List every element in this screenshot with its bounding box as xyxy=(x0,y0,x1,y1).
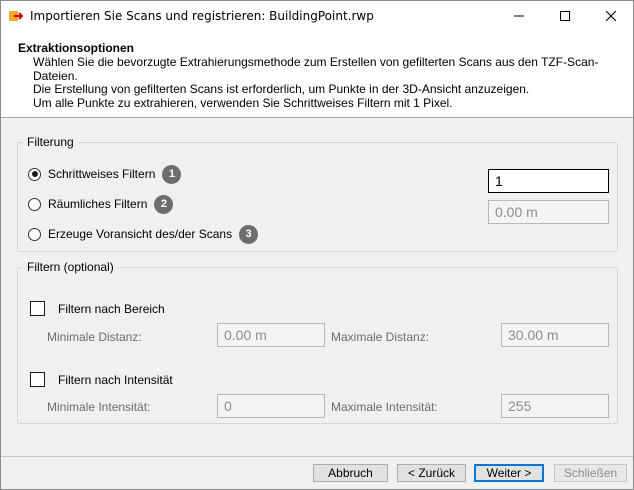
radio-label: Räumliches Filtern xyxy=(48,197,148,211)
radio-voransicht[interactable]: Erzeuge Voransicht des/der Scans 3 xyxy=(28,224,259,244)
footer-divider xyxy=(1,456,633,457)
min-distance-input[interactable]: 0.00 m xyxy=(217,323,325,347)
max-intensity-label: Maximale Intensität: xyxy=(331,400,438,414)
cancel-button[interactable]: Abbruch xyxy=(313,464,388,482)
filter-by-intensity-checkbox-row[interactable]: Filtern nach Intensität xyxy=(30,372,173,387)
step-filter-input[interactable]: 1 xyxy=(488,169,609,193)
dialog-window: Importieren Sie Scans und registrieren: … xyxy=(0,0,634,490)
maximize-button[interactable] xyxy=(542,1,588,31)
page-title: Extraktionsoptionen xyxy=(18,41,135,55)
next-button[interactable]: Weiter > xyxy=(474,464,544,482)
radio-label: Erzeuge Voransicht des/der Scans xyxy=(48,227,233,241)
radio-label: Schrittweises Filtern xyxy=(48,167,156,181)
max-distance-label: Maximale Distanz: xyxy=(331,330,430,344)
radio-button[interactable] xyxy=(28,197,41,211)
step-badge-3: 3 xyxy=(239,224,259,244)
title-bar[interactable]: Importieren Sie Scans und registrieren: … xyxy=(1,1,633,31)
minimize-button[interactable] xyxy=(496,1,542,31)
window-title: Importieren Sie Scans und registrieren: … xyxy=(30,9,374,23)
filter-by-range-label: Filtern nach Bereich xyxy=(58,301,165,316)
page-description: Wählen Sie die bevorzugte Extrahierungsm… xyxy=(33,55,599,110)
back-button[interactable]: < Zurück xyxy=(397,464,466,482)
min-intensity-label: Minimale Intensität: xyxy=(47,400,151,414)
header-divider-highlight xyxy=(1,118,633,119)
filter-by-range-checkbox-row[interactable]: Filtern nach Bereich xyxy=(30,301,165,316)
filter-by-range-checkbox[interactable] xyxy=(30,301,45,316)
close-icon xyxy=(606,11,616,21)
max-intensity-input[interactable]: 255 xyxy=(501,394,609,418)
close-window-button[interactable] xyxy=(588,1,634,31)
max-distance-input[interactable]: 30.00 m xyxy=(501,323,609,347)
min-intensity-input[interactable]: 0 xyxy=(217,394,325,418)
app-import-icon xyxy=(8,8,24,24)
close-button[interactable]: Schließen xyxy=(554,464,627,482)
radio-schrittweises-filtern[interactable]: Schrittweises Filtern 1 xyxy=(28,164,182,184)
radio-raeumliches-filtern[interactable]: Räumliches Filtern 2 xyxy=(28,194,174,214)
min-distance-label: Minimale Distanz: xyxy=(47,330,142,344)
radio-button-checked[interactable] xyxy=(28,167,41,181)
filter-by-intensity-label: Filtern nach Intensität xyxy=(58,372,173,387)
maximize-icon xyxy=(560,11,570,21)
step-badge-1: 1 xyxy=(162,164,182,184)
filtern-optional-legend: Filtern (optional) xyxy=(23,260,118,274)
header-panel: Extraktionsoptionen Wählen Sie die bevor… xyxy=(1,31,633,117)
minimize-icon xyxy=(514,15,524,17)
step-badge-2: 2 xyxy=(154,194,174,214)
filterung-legend: Filterung xyxy=(23,135,78,149)
radio-button[interactable] xyxy=(28,227,41,241)
spatial-filter-input[interactable]: 0.00 m xyxy=(488,200,609,224)
filter-by-intensity-checkbox[interactable] xyxy=(30,372,45,387)
